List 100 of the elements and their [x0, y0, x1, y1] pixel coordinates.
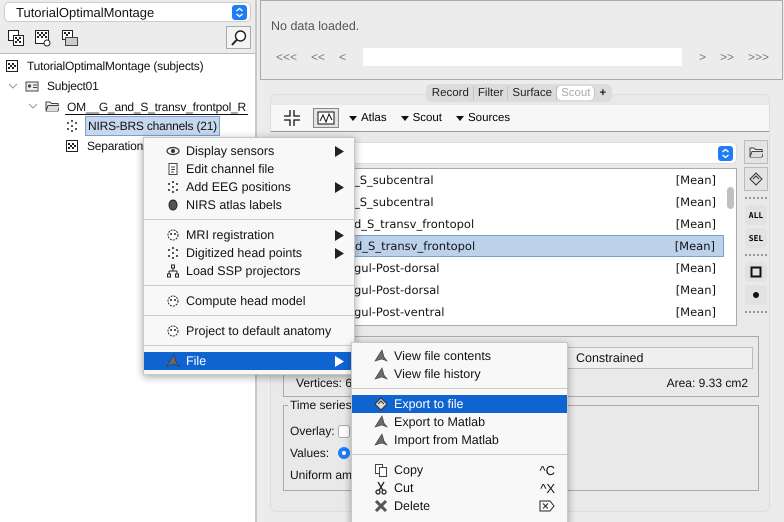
- scout-name: d_S_transv_frontopol: [355, 239, 476, 253]
- eye-icon: [166, 144, 180, 158]
- diskette-icon: [749, 172, 763, 186]
- overlay-label: Overlay:: [290, 424, 336, 438]
- tree-item[interactable]: TutorialOptimalMontage (subjects): [25, 57, 206, 75]
- scout-function: [Mean]: [676, 173, 716, 187]
- menu-item[interactable]: Export to Matlab: [352, 413, 567, 431]
- blob-icon: [166, 198, 180, 212]
- peak-icon: [374, 415, 388, 429]
- menu-item[interactable]: Load SSP projectors: [144, 262, 354, 280]
- tree-item[interactable]: Separation: [85, 137, 146, 155]
- select-button[interactable]: ALL: [745, 205, 767, 225]
- scout-function: [Mean]: [676, 195, 716, 209]
- menu-item[interactable]: Delete: [352, 497, 567, 515]
- scout-name: d_S_transv_frontopol: [354, 217, 474, 231]
- tree-item[interactable]: NIRS-BRS channels (21): [85, 116, 220, 136]
- peak-icon: [374, 433, 388, 447]
- search-button[interactable]: [226, 26, 251, 49]
- dropdown-menu-button[interactable]: Atlas: [345, 112, 391, 124]
- tab[interactable]: Filter: [474, 86, 508, 100]
- checkbox[interactable]: [338, 424, 350, 438]
- dots-icon: [65, 119, 79, 133]
- menu-item[interactable]: Compute head model: [144, 292, 354, 310]
- delete-key-icon: [539, 500, 557, 512]
- select-button[interactable]: SEL: [745, 228, 767, 248]
- nav-button[interactable]: >>: [714, 50, 739, 64]
- scout-name: gul-Post-ventral: [354, 305, 444, 319]
- waveform-button[interactable]: [313, 108, 339, 128]
- pages-icon: [374, 463, 388, 477]
- status-message: No data loaded.: [271, 19, 360, 33]
- delete-icon: [374, 499, 388, 513]
- nav-button[interactable]: >: [694, 50, 711, 64]
- folder-icon: [749, 145, 763, 159]
- dot-button[interactable]: [745, 285, 767, 305]
- tree-item[interactable]: OM__G_and_S_transv_frontpol_R: [65, 98, 248, 114]
- menu-item[interactable]: File: [144, 352, 354, 370]
- caret-icon: [349, 116, 357, 120]
- protocol-dropdown[interactable]: TutorialOptimalMontage: [4, 2, 251, 22]
- scout-name: _S_subcentral: [354, 195, 434, 209]
- peak-icon: [166, 354, 180, 368]
- checker-icon: [65, 139, 79, 153]
- tree-item[interactable]: Subject01: [45, 77, 101, 95]
- nav-button[interactable]: <<<: [271, 50, 302, 64]
- dropdown-menu-button[interactable]: Sources: [452, 112, 514, 124]
- dropdown-menu-button[interactable]: Scout: [396, 112, 446, 124]
- caret-icon: [456, 116, 464, 120]
- menu-item[interactable]: View file history: [352, 365, 567, 383]
- menu-item[interactable]: Export to file: [352, 395, 567, 413]
- square-button[interactable]: [745, 262, 767, 282]
- document-icon: [166, 162, 180, 176]
- folder-icon: [45, 99, 59, 113]
- node-tree-icon: [166, 264, 180, 278]
- scout-function: [Mean]: [674, 239, 715, 253]
- menu-item[interactable]: NIRS atlas labels: [144, 196, 354, 214]
- menu-item[interactable]: Import from Matlab: [352, 431, 567, 449]
- tab[interactable]: Record: [428, 86, 474, 100]
- waveform-icon: [317, 111, 335, 125]
- dot-icon: [752, 291, 760, 299]
- head-icon: [166, 294, 180, 308]
- crosshair-icon[interactable]: [283, 109, 301, 127]
- id-card-icon: [25, 79, 39, 93]
- scout-constraint-field[interactable]: Constrained: [567, 347, 753, 369]
- nav-button[interactable]: <: [334, 50, 352, 64]
- diskette-icon: [374, 397, 388, 411]
- menu-item[interactable]: Display sensors: [144, 142, 354, 160]
- menu-item[interactable]: View file contents: [352, 347, 567, 365]
- values-label: Values:: [290, 446, 330, 460]
- dots-icon: [166, 180, 180, 194]
- radio-button[interactable]: [338, 447, 350, 459]
- scout-name: _S_subcentral: [354, 173, 434, 187]
- nav-button[interactable]: <<: [306, 50, 330, 64]
- checker-icon[interactable]: [34, 28, 52, 46]
- open-button[interactable]: [744, 140, 768, 164]
- nav-button[interactable]: >>>: [742, 50, 774, 64]
- peak-icon: [374, 367, 388, 381]
- folder-icon[interactable]: [61, 28, 79, 46]
- shortcut-label: ^X: [540, 480, 556, 496]
- stepper-icon: [718, 146, 733, 160]
- add-tab-button[interactable]: +: [595, 86, 610, 100]
- stepper-icon: [232, 4, 247, 20]
- menu-item[interactable]: Cut ^X: [352, 479, 567, 497]
- menu-item[interactable]: Copy ^C: [352, 461, 567, 479]
- checker-icon: [5, 59, 19, 73]
- scout-function: [Mean]: [676, 261, 716, 275]
- menu-item[interactable]: Edit channel file: [144, 160, 354, 178]
- area-label: Area: 9.33 cm2: [666, 376, 748, 390]
- chevron-icon[interactable]: [8, 81, 18, 91]
- uniform-scale-label: Uniform am: [290, 468, 352, 482]
- square-icon: [750, 266, 762, 278]
- scrollbar-thumb[interactable]: [727, 187, 734, 209]
- save-button[interactable]: [744, 167, 768, 191]
- menu-item[interactable]: Add EEG positions: [144, 178, 354, 196]
- scout-function: [Mean]: [676, 217, 716, 231]
- menu-item[interactable]: Project to default anatomy: [144, 322, 354, 340]
- group-title: Time series: [288, 398, 354, 412]
- scissors-icon: [374, 481, 388, 495]
- scout-function: [Mean]: [676, 305, 716, 319]
- caret-icon: [400, 116, 409, 120]
- chevron-icon[interactable]: [28, 101, 38, 111]
- checker-icon[interactable]: [7, 28, 25, 46]
